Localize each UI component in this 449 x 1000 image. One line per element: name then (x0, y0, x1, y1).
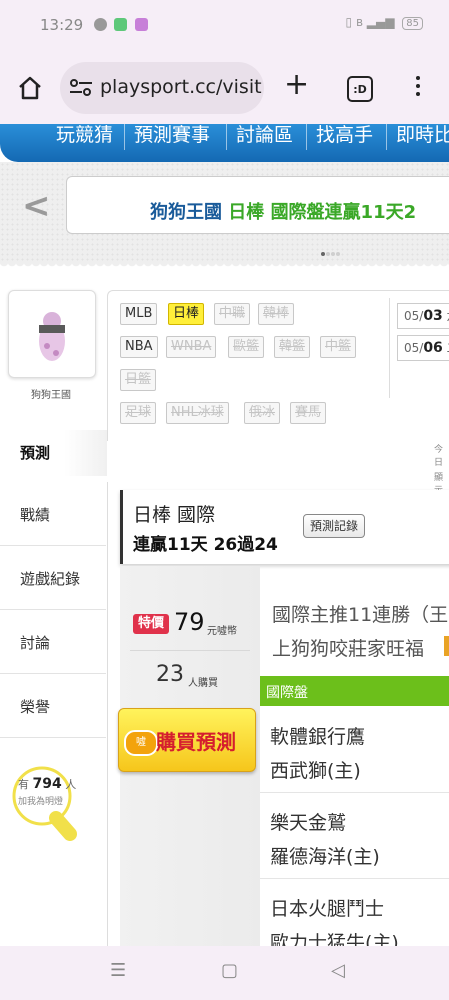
banner-user: 狗狗王國 (150, 202, 222, 223)
sidebar-item-predict[interactable] (0, 430, 107, 476)
sport-tag-soccer: 足球 (120, 402, 157, 424)
sport-tag-khl: 俄冰 (244, 402, 281, 424)
bluetooth-icon: ʙ (355, 15, 363, 29)
tab-switcher-button[interactable]: :D (347, 76, 373, 102)
more-options-icon[interactable] (416, 76, 420, 100)
banner-league: 日棒 (228, 202, 265, 223)
buyers-unit: 人購買 (188, 678, 218, 689)
dog-avatar-icon (39, 312, 65, 361)
nav-divider (124, 124, 125, 150)
fans-prefix: 有 (18, 778, 29, 791)
pick-record: 連贏11天 26過24 (133, 535, 278, 555)
sport-tag-nba[interactable]: NBA (120, 336, 158, 358)
sport-tag-cpbl: 中職 (214, 303, 251, 325)
nav-divider (386, 124, 387, 150)
nav-divider (226, 124, 227, 150)
home-team: 羅德海洋(主) (270, 846, 380, 868)
sport-tag-mlb[interactable]: MLB (120, 303, 158, 325)
nav-item-forum[interactable]: 討論區 (236, 120, 293, 147)
chat-notification-icon (94, 18, 107, 31)
signal-icon: ▂▄▆ (366, 15, 395, 29)
sidebar-item-label[interactable]: 討論 (20, 632, 50, 653)
recents-icon[interactable]: ☰ (110, 960, 126, 981)
away-team: 樂天金鷲 (270, 812, 347, 834)
status-time: 13:29 (40, 16, 84, 34)
date-tab[interactable]: 05/06 二 (397, 335, 449, 361)
buyers-count: 23 (156, 662, 184, 687)
market-label: 國際盤 (266, 685, 308, 701)
sidebar-item-predict-label[interactable]: 預測 (20, 442, 50, 463)
nav-item-experts[interactable]: 找高手 (316, 120, 373, 147)
sidebar-item-record[interactable] (0, 482, 106, 546)
sidebar-item-label[interactable]: 榮譽 (20, 696, 50, 717)
date-tab[interactable]: 05/03 六 (397, 303, 449, 329)
fans-label[interactable]: 加我為明燈 (18, 794, 63, 807)
username[interactable]: 狗狗王國 (8, 386, 94, 401)
photo-notification-icon (135, 18, 148, 31)
battery-indicator: 85 (402, 17, 423, 30)
home-nav-icon[interactable]: ▢ (221, 960, 238, 981)
price-unit: 元噓幣 (207, 626, 237, 637)
sport-tag-cn-basket: 中籃 (320, 336, 357, 358)
fans-count: 794 (32, 776, 62, 792)
system-status-icons: ▯ ʙ ▂▄▆ 85 (346, 15, 423, 30)
pick-headline[interactable]: 上狗狗咬莊家旺福 (272, 634, 424, 661)
sport-tag-euro-basket: 歐籃 (228, 336, 265, 358)
url-text[interactable]: playsport.cc/visit (100, 76, 262, 98)
home-icon[interactable] (16, 74, 44, 102)
sidebar-item-discuss[interactable] (0, 610, 106, 674)
chevron-left-icon[interactable]: < (22, 186, 51, 226)
sport-tag-horse: 賽馬 (290, 402, 327, 424)
sport-tag-kbo: 韓棒 (258, 303, 295, 325)
fans-suffix: 人 (65, 778, 77, 791)
buy-prediction-label[interactable]: 購買預測 (156, 726, 236, 755)
today-label: 今日 (434, 445, 444, 468)
divider (389, 298, 390, 398)
avatar[interactable] (8, 290, 96, 378)
app-notification-icon (114, 18, 127, 31)
nav-item-predict[interactable]: 預測賽事 (134, 120, 210, 147)
date-month: 05/ (404, 309, 424, 323)
sidebar-item-honor[interactable] (0, 674, 106, 738)
prediction-record-button[interactable]: 預測記錄 (303, 514, 366, 538)
back-icon[interactable]: ◁ (331, 960, 345, 981)
new-tab-icon[interactable]: + (284, 70, 309, 100)
sport-tag-wnba: WNBA (166, 336, 217, 358)
nav-item-live[interactable]: 即時比 (396, 120, 449, 147)
sport-tag-nhl: NHL冰球 (166, 402, 229, 424)
wave-divider (0, 262, 449, 270)
site-settings-icon[interactable] (68, 78, 94, 98)
sport-tag-jp-basket: 日籃 (120, 369, 157, 391)
vibrate-icon: ▯ (345, 15, 353, 29)
carousel-dots (321, 241, 341, 260)
sidebar-item-label[interactable]: 遊戲紀錄 (20, 568, 80, 589)
sidebar-item-label[interactable]: 戰績 (20, 504, 50, 525)
away-team: 軟體銀行鷹 (270, 726, 366, 748)
date-month: 05/ (404, 341, 424, 355)
coin-icon: 噓 (124, 730, 158, 756)
nav-divider (306, 124, 307, 150)
banner-record: 國際盤連贏11天2 (270, 202, 417, 223)
sport-tag-kr-basket: 韓籃 (274, 336, 311, 358)
sale-badge: 特價 (133, 614, 170, 634)
nav-item-play[interactable]: 玩競猜 (56, 120, 113, 147)
price-value: 79 (174, 608, 205, 636)
date-day: 03 (423, 308, 443, 324)
emoji-icon (444, 636, 449, 656)
pick-league: 日棒 國際 (133, 504, 216, 526)
banner-headline[interactable]: 狗狗王國 日棒 國際盤連贏11天2 (150, 198, 416, 224)
away-team: 日本火腿鬥士 (270, 898, 385, 920)
home-team: 西武獅(主) (270, 760, 361, 782)
pick-headline[interactable]: 國際主推11連勝（王 (272, 600, 448, 627)
divider (130, 650, 250, 651)
date-day: 06 (423, 340, 443, 356)
fans-count-text[interactable]: 有 794 人 (18, 776, 76, 792)
sport-tag-npb[interactable]: 日棒 (168, 303, 205, 325)
